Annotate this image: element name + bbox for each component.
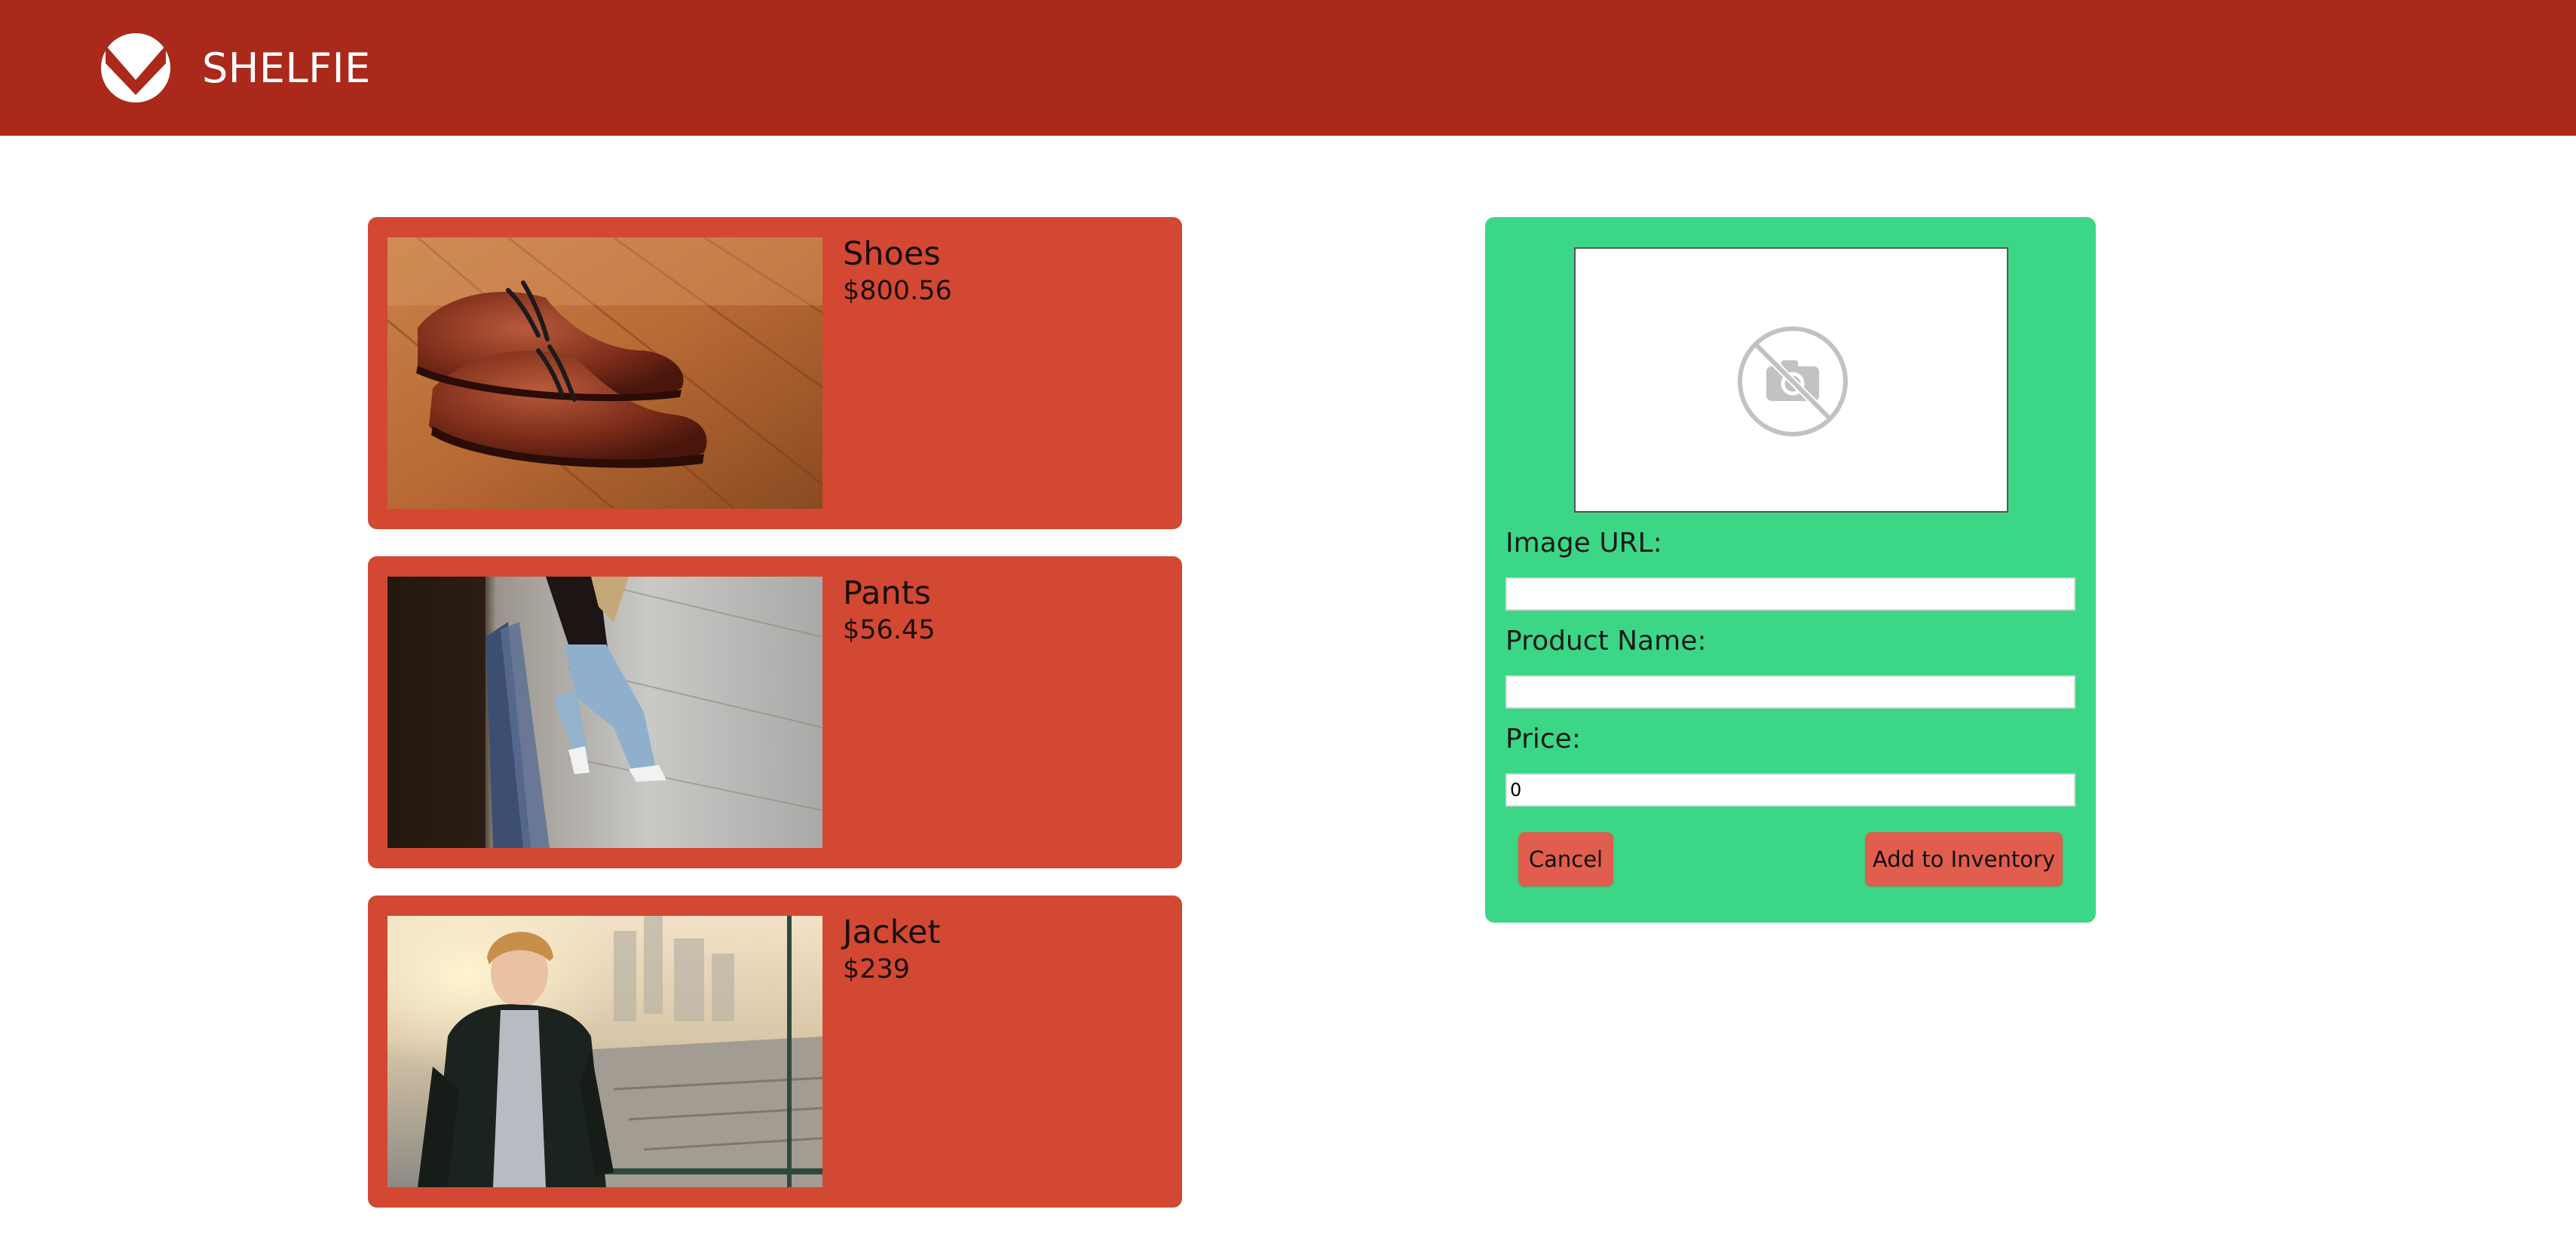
image-url-input[interactable] xyxy=(1505,577,2075,611)
product-card-shoes: Shoes $800.56 xyxy=(368,217,1182,529)
product-name: Jacket xyxy=(843,914,941,951)
product-price: $56.45 xyxy=(843,615,936,645)
product-name: Shoes xyxy=(843,235,941,273)
no-camera-icon xyxy=(1738,326,1848,436)
image-preview xyxy=(1574,247,2008,513)
product-card-pants: Pants $56.45 xyxy=(368,556,1182,868)
app-header: SHELFIE xyxy=(0,0,2576,136)
brand-title[interactable]: SHELFIE xyxy=(202,42,371,95)
add-to-inventory-button[interactable]: Add to Inventory xyxy=(1865,832,2063,886)
shelfie-logo-icon[interactable] xyxy=(101,33,170,103)
product-price: $239 xyxy=(843,954,911,984)
product-name-input[interactable] xyxy=(1505,675,2075,709)
product-image-shoes xyxy=(387,237,822,509)
product-image-jacket xyxy=(387,916,822,1187)
product-card-jacket: Jacket $239 xyxy=(368,896,1182,1208)
price-label: Price: xyxy=(1505,724,1581,755)
price-input[interactable] xyxy=(1505,773,2075,807)
product-image-pants xyxy=(387,577,822,848)
product-price: $800.56 xyxy=(843,276,952,306)
image-url-label: Image URL: xyxy=(1505,528,1662,559)
cancel-button[interactable]: Cancel xyxy=(1518,832,1613,886)
product-name-label: Product Name: xyxy=(1505,626,1707,657)
add-product-form: Image URL: Product Name: Price: Cancel A… xyxy=(1485,217,2096,923)
product-name: Pants xyxy=(843,574,931,612)
